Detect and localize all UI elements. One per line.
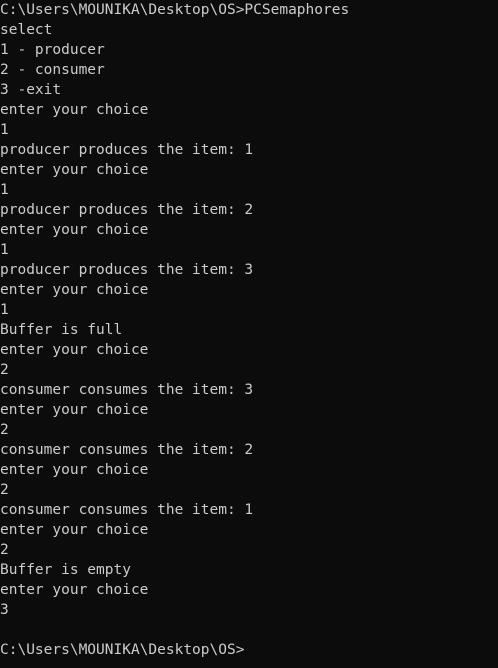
prompt-line: enter your choice [0,462,149,478]
prompt-line: enter your choice [0,222,149,238]
output-line: select [0,22,53,38]
prompt-line: enter your choice [0,342,149,358]
prompt-line: enter your choice [0,282,149,298]
user-input-line: 3 [0,602,9,618]
output-line: producer produces the item: 3 [0,262,254,278]
user-input-line: 2 [0,482,9,498]
output-line: producer produces the item: 1 [0,142,254,158]
user-input-line: 2 [0,362,9,378]
output-line: Buffer is full [0,322,123,338]
console-window[interactable]: C:\Users\MOUNIKA\Desktop\OS>PCSemaphores… [0,0,498,668]
user-input-line: 1 [0,242,9,258]
menu-option-consumer: 2 - consumer [0,62,105,78]
output-line: consumer consumes the item: 1 [0,502,254,518]
menu-option-exit: 3 -exit [0,82,62,98]
prompt-line: enter your choice [0,402,149,418]
prompt-line: enter your choice [0,162,149,178]
user-input-line: 2 [0,542,9,558]
output-line: producer produces the item: 2 [0,202,254,218]
menu-option-producer: 1 - producer [0,42,105,58]
output-line: consumer consumes the item: 2 [0,442,254,458]
user-input-line: 1 [0,302,9,318]
prompt-line: enter your choice [0,522,149,538]
user-input-line: 2 [0,422,9,438]
command-line: C:\Users\MOUNIKA\Desktop\OS>PCSemaphores [0,2,350,18]
output-line: Buffer is empty [0,562,131,578]
output-line: consumer consumes the item: 3 [0,382,254,398]
user-input-line: 1 [0,122,9,138]
prompt-line: enter your choice [0,102,149,118]
prompt-line: enter your choice [0,582,149,598]
command-prompt[interactable]: C:\Users\MOUNIKA\Desktop\OS> [0,640,498,660]
user-input-line: 1 [0,182,9,198]
